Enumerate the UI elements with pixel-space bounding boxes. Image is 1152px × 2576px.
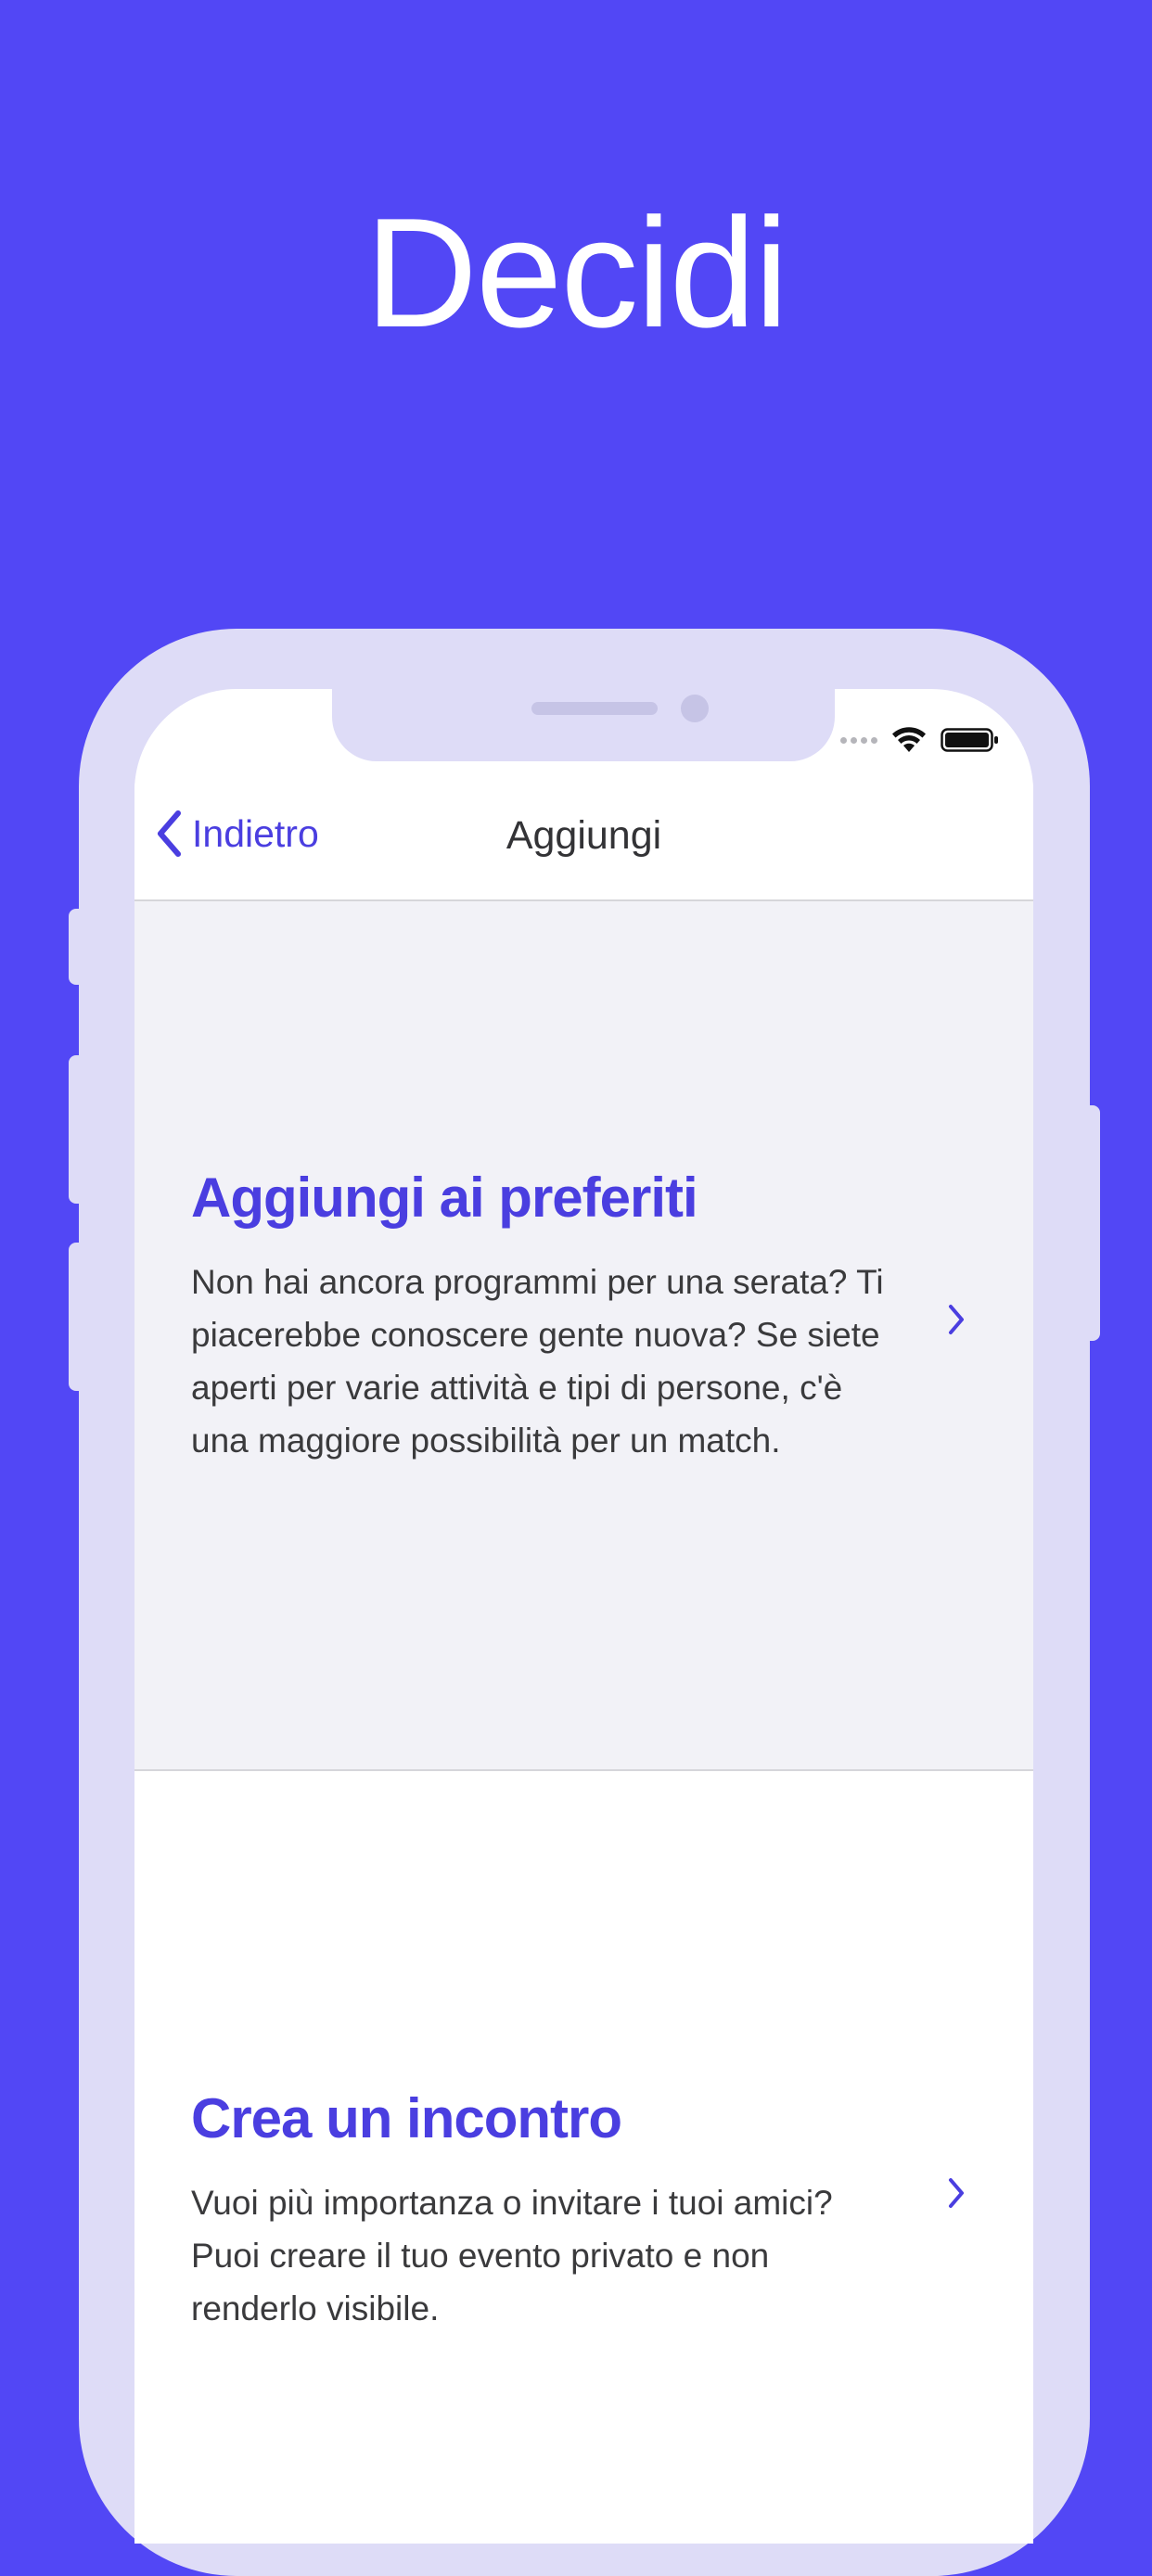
phone-screen: Indietro Aggiungi Aggiungi ai preferiti … bbox=[134, 689, 1033, 2544]
hero-title: Decidi bbox=[365, 185, 789, 360]
chevron-right-icon bbox=[949, 1305, 964, 1334]
create-meeting-card[interactable]: Crea un incontro Vuoi più importanza o i… bbox=[134, 1771, 1033, 2544]
battery-icon bbox=[941, 728, 998, 752]
card-title: Crea un incontro bbox=[191, 2087, 622, 2149]
nav-title: Aggiungi bbox=[506, 813, 662, 858]
front-camera bbox=[681, 695, 709, 722]
speaker-grille bbox=[531, 702, 658, 715]
chevron-right-icon bbox=[949, 2178, 964, 2208]
status-bar bbox=[840, 726, 1000, 754]
navigation-bar: Indietro Aggiungi bbox=[134, 782, 1033, 901]
card-title: Aggiungi ai preferiti bbox=[191, 1167, 698, 1229]
card-description: Vuoi più importanza o invitare i tuoi am… bbox=[191, 2184, 833, 2327]
wifi-icon bbox=[892, 727, 926, 752]
phone-notch bbox=[332, 689, 835, 761]
card-description: Non hai ancora programmi per una serata?… bbox=[191, 1263, 884, 1460]
signal-dots-icon bbox=[840, 736, 877, 744]
add-to-favorites-card[interactable]: Aggiungi ai preferiti Non hai ancora pro… bbox=[134, 901, 1033, 1771]
